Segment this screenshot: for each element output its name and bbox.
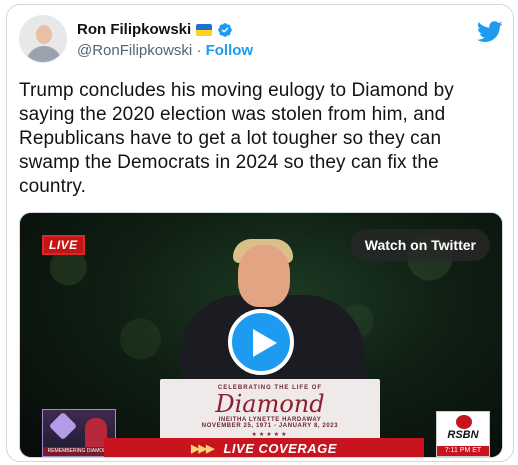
rsbn-logo: RSBN 7:11 PM ET [436,411,490,457]
network-name: RSBN [447,429,479,441]
live-badge: LIVE [42,235,85,255]
watch-on-twitter-button[interactable]: Watch on Twitter [350,229,490,261]
video-player[interactable]: CELEBRATING THE LIFE OF Diamond INEITHA … [19,212,503,458]
avatar[interactable] [19,15,67,63]
broadcast-time: 7:11 PM ET [437,446,489,456]
podium-dates: NOVEMBER 25, 1971 - JANUARY 8, 2023 [201,423,339,429]
author-name-row: Ron Filipkowski [77,21,233,38]
tweet-text-line: Republicans have to get a lot tougher so… [19,128,442,149]
podium-stars: ★★★★★ [251,432,289,438]
twitter-bird-icon[interactable] [476,21,503,43]
play-icon [253,329,277,357]
play-button[interactable] [228,309,294,375]
arrows-icon: ▶▶▶ [191,442,214,455]
lower-third-banner: ▶▶▶ LIVE COVERAGE [104,438,424,457]
author-display-name[interactable]: Ron Filipkowski [77,21,191,38]
tweet-text-line: country. [19,176,86,197]
tweet-text: Trump concludes his moving eulogy to Dia… [19,79,503,199]
ukraine-flag-icon [196,23,213,36]
live-coverage-label: LIVE COVERAGE [223,440,337,456]
author-handle-row: @RonFilipkowski · Follow [77,42,253,59]
podium-name: Diamond [215,390,325,418]
tweet-header: Ron Filipkowski @RonFilipkowski · Follow [19,15,503,65]
rsbn-eagle-icon [456,415,472,429]
handle-separator: · [196,42,202,59]
diamond-gem-icon [48,411,78,441]
follow-button[interactable]: Follow [206,42,254,59]
tweet-embed-card: Ron Filipkowski @RonFilipkowski · Follow… [6,4,514,462]
tweet-text-line: saying the 2020 election was stolen from… [19,104,446,125]
author-handle[interactable]: @RonFilipkowski [77,42,192,59]
verified-badge-icon [217,22,233,38]
tweet-text-line: Trump concludes his moving eulogy to Dia… [19,80,454,101]
tweet-text-line: swamp the Democrats in 2024 so they can … [19,152,439,173]
